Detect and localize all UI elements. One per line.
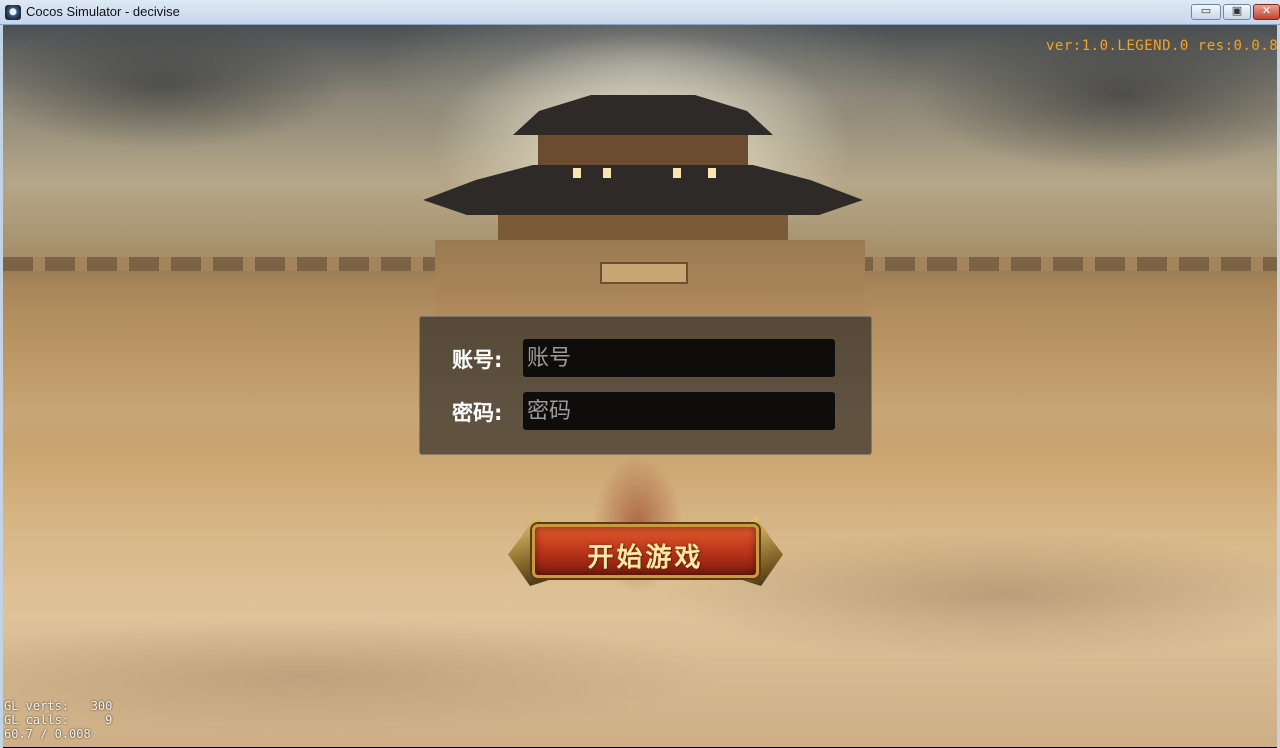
login-panel xyxy=(419,316,872,455)
close-icon: ✕ xyxy=(1261,4,1272,17)
window-title: Cocos Simulator - decivise xyxy=(26,4,180,19)
minimize-icon: ▭ xyxy=(1200,4,1212,17)
minimize-button[interactable]: ▭ xyxy=(1191,4,1221,20)
account-input[interactable] xyxy=(523,339,835,377)
stats-verts: GL verts: 300 xyxy=(4,699,113,713)
background-gate-plaque xyxy=(600,262,688,284)
start-button-label: 开始游戏 xyxy=(587,543,704,573)
maximize-button[interactable]: ▣ xyxy=(1223,4,1251,20)
app-icon xyxy=(5,5,21,20)
window-titlebar: Cocos Simulator - decivise ▭ ▣ ✕ xyxy=(0,0,1280,25)
maximize-icon: ▣ xyxy=(1231,4,1243,17)
start-button-plate: 开始游戏 xyxy=(532,524,759,578)
stats-calls: GL calls: 9 xyxy=(4,713,113,727)
debug-stats: GL verts: 300 GL calls: 9 60.7 / 0.008 xyxy=(4,699,112,741)
stats-fps: 60.7 / 0.008 xyxy=(4,727,91,741)
password-label: 密码: xyxy=(452,401,503,425)
password-input[interactable] xyxy=(523,392,835,430)
version-label: ver:1.0.LEGEND.0 res:0.0.8 xyxy=(1046,38,1279,54)
close-button[interactable]: ✕ xyxy=(1253,4,1280,20)
account-label: 账号: xyxy=(452,348,503,372)
start-game-button[interactable]: 开始游戏 xyxy=(508,514,783,589)
